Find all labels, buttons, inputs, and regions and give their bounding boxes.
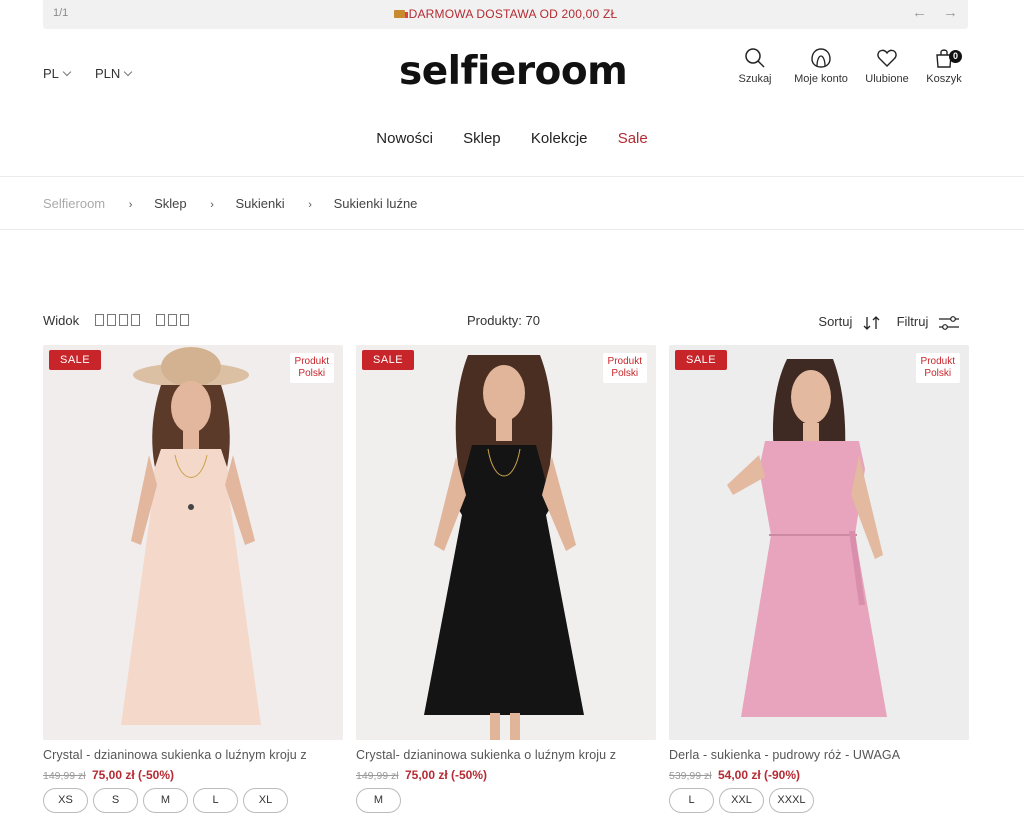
favorites-button[interactable]: Ulubione (854, 47, 920, 85)
dress-model-image (43, 345, 343, 740)
breadcrumb-separator: › (210, 199, 214, 211)
site-header: PL PLN selfieroom Szukaj Moje konto Ulub… (0, 29, 1024, 177)
search-label: Szukaj (738, 73, 772, 85)
product-photo[interactable]: SALE Produkt Polski (669, 345, 969, 740)
products-count: Produkty: 70 (467, 313, 540, 328)
breadcrumb-divider (0, 229, 1024, 230)
size-option-l[interactable]: L (669, 788, 714, 813)
breadcrumb: Selfieroom › Sklep › Sukienki › Sukienki… (43, 196, 543, 211)
sale-price: 75,00 zł (-50%) (404, 768, 488, 782)
cart-count-badge: 0 (949, 50, 962, 63)
badge-line-2: Polski (298, 368, 326, 379)
sale-badge: SALE (362, 350, 415, 370)
filter-sliders-icon (939, 315, 959, 330)
product-photo[interactable]: SALE Produkt Polski (43, 345, 343, 740)
chevron-down-icon (62, 67, 72, 77)
promo-text: DARMOWA DOSTAWA OD 200,00 ZŁ (408, 7, 618, 21)
size-option-m[interactable]: M (143, 788, 188, 813)
product-prices: 149,99 zł 75,00 zł (-50%) (356, 768, 656, 782)
sale-price: 54,00 zł (-90%) (717, 768, 801, 782)
breadcrumb-sklep[interactable]: Sklep (154, 196, 187, 211)
listing-toolbar: Widok Produkty: 70 Sortuj Filtruj (43, 313, 968, 333)
filter-label: Filtruj (896, 314, 929, 329)
sort-arrows-icon (863, 315, 880, 330)
product-card[interactable]: SALE Produkt Polski Derla - sukienka - p… (669, 345, 969, 813)
search-icon (745, 48, 765, 68)
badge-line-2: Polski (924, 368, 952, 379)
nav-item-sale[interactable]: Sale (618, 130, 648, 147)
badge-line-1: Produkt (607, 356, 642, 367)
size-option-l[interactable]: L (193, 788, 238, 813)
breadcrumb-separator: › (308, 199, 312, 211)
grid-4-columns-icon[interactable] (94, 314, 143, 329)
currency-label: PLN (95, 66, 121, 81)
size-options: L XXL XXXL (669, 788, 969, 813)
badge-line-1: Produkt (294, 356, 329, 367)
header-icons: Szukaj Moje konto Ulubione 0 Koszyk (722, 47, 968, 85)
sale-price: 75,00 zł (-50%) (91, 768, 175, 782)
size-option-m[interactable]: M (356, 788, 401, 813)
dress-model-image (356, 345, 656, 740)
breadcrumb-separator: › (128, 199, 133, 211)
promo-arrows: ← → (896, 4, 958, 21)
sort-button[interactable]: Sortuj (818, 314, 882, 331)
sale-badge: SALE (675, 350, 728, 370)
size-option-xxl[interactable]: XXL (719, 788, 764, 813)
product-name[interactable]: Crystal - dzianinowa sukienka o luźnym k… (43, 748, 343, 762)
view-switcher: Widok (43, 313, 192, 328)
truck-icon (393, 10, 408, 18)
product-card[interactable]: SALE Produkt Polski Crystal - dzianinowa… (43, 345, 343, 813)
badge-line-2: Polski (611, 368, 639, 379)
product-card[interactable]: SALE Produkt Polski Crystal- dzianinowa … (356, 345, 656, 813)
sort-label: Sortuj (818, 314, 853, 329)
sale-badge: SALE (49, 350, 102, 370)
dress-model-image (669, 345, 969, 740)
account-button[interactable]: Moje konto (788, 47, 854, 85)
search-button[interactable]: Szukaj (722, 47, 788, 85)
product-prices: 539,99 zł 54,00 zł (-90%) (669, 768, 969, 782)
breadcrumb-home[interactable]: Selfieroom (43, 196, 105, 211)
size-option-s[interactable]: S (93, 788, 138, 813)
view-label: Widok (43, 313, 80, 328)
polish-product-badge: Produkt Polski (915, 353, 960, 383)
heart-icon (877, 49, 897, 67)
next-arrow-icon[interactable]: → (943, 4, 958, 21)
currency-selector[interactable]: PLN (95, 66, 133, 81)
size-option-xxxl[interactable]: XXXL (769, 788, 814, 813)
promo-bar: 1/1 DARMOWA DOSTAWA OD 200,00 ZŁ ← → (43, 0, 968, 29)
favorites-label: Ulubione (865, 73, 909, 85)
size-options: XS S M L XL (43, 788, 343, 813)
filter-button[interactable]: Filtruj (897, 314, 960, 331)
nav-item-sklep[interactable]: Sklep (463, 130, 501, 147)
badge-line-1: Produkt (920, 356, 955, 367)
account-label: Moje konto (794, 73, 848, 85)
polish-product-badge: Produkt Polski (289, 353, 334, 383)
size-option-xs[interactable]: XS (43, 788, 88, 813)
product-prices: 149,99 zł 75,00 zł (-50%) (43, 768, 343, 782)
promo-text-wrap: DARMOWA DOSTAWA OD 200,00 ZŁ (43, 7, 968, 21)
chevron-down-icon (124, 67, 133, 77)
polish-product-badge: Produkt Polski (602, 353, 647, 383)
language-selector[interactable]: PL (43, 66, 72, 81)
old-price: 539,99 zł (669, 770, 712, 782)
language-label: PL (43, 66, 59, 81)
old-price: 149,99 zł (43, 770, 86, 782)
prev-arrow-icon[interactable]: ← (912, 4, 927, 21)
old-price: 149,99 zł (356, 770, 399, 782)
nav-item-nowosci[interactable]: Nowości (376, 130, 433, 147)
size-options: M (356, 788, 656, 813)
breadcrumb-current: Sukienki luźne (333, 196, 418, 211)
product-name[interactable]: Crystal- dzianinowa sukienka o luźnym kr… (356, 748, 656, 762)
cart-button[interactable]: 0 Koszyk (920, 47, 968, 85)
account-icon (811, 48, 831, 68)
product-name[interactable]: Derla - sukienka - pudrowy róż - UWAGA (669, 748, 969, 762)
product-photo[interactable]: SALE Produkt Polski (356, 345, 656, 740)
nav-item-kolekcje[interactable]: Kolekcje (531, 130, 588, 147)
size-option-xl[interactable]: XL (243, 788, 288, 813)
breadcrumb-sukienki[interactable]: Sukienki (236, 196, 285, 211)
main-nav: Nowości Sklep Kolekcje Sale (0, 130, 1024, 147)
cart-label: Koszyk (926, 73, 962, 85)
grid-3-columns-icon[interactable] (156, 314, 192, 329)
site-logo[interactable]: selfieroom (399, 49, 628, 94)
